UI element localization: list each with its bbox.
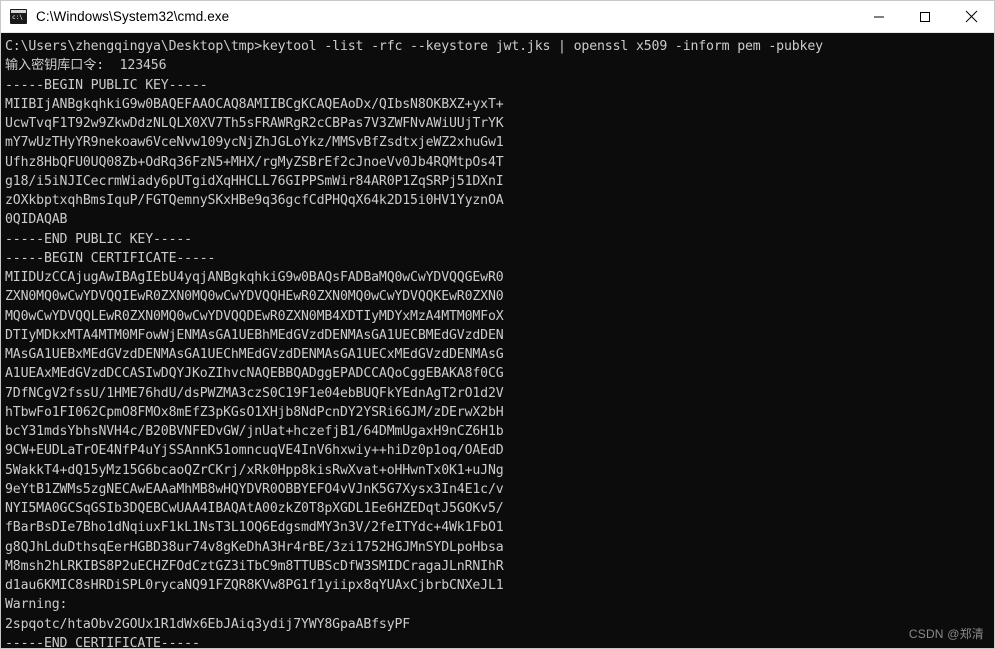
console-line: NYI5MA0GCSqGSIb3DQEBCwUAA4IBAQAtA00zkZ0T… [5,501,504,516]
console-line: 9eYtB1ZWMs5zgNECAwEAAaMhMB8wHQYDVR0OBBYE… [5,481,504,497]
console-line: -----END PUBLIC KEY----- [5,231,192,247]
maximize-button[interactable] [902,1,948,32]
console-line: M8msh2hLRKIBS8P2uECHZFOdCztGZ3iTbC9m8TTU… [5,558,504,574]
console-line: MQ0wCwYDVQQLEwR0ZXN0MQ0wCwYDVQQDEwR0ZXN0… [5,308,504,324]
console-line: MIIDUzCCAjugAwIBAgIEbU4yqjANBgkqhkiG9w0B… [5,270,504,285]
titlebar-left: C:\Windows\System32\cmd.exe [1,9,856,24]
window-title: C:\Windows\System32\cmd.exe [36,9,230,24]
console-line: DTIyMDkxMTA4MTM0MFowWjENMAsGA1UEBhMEdGVz… [5,327,504,343]
console-line: 5WakkT4+dQ15yMz15G6bcaoQZrCKrj/xRk0Hpp8k… [5,462,504,478]
console-line: mY7wUzTHyYR9nekoaw6VceNvw109ycNjZhJGLoYk… [5,135,504,151]
console-line: MIIBIjANBgkqhkiG9w0BAQEFAAOCAQ8AMIIBCgKC… [5,96,504,112]
console-line: Warning: [5,597,68,613]
console-line: ZXN0MQ0wCwYDVQQIEwR0ZXN0MQ0wCwYDVQQHEwR0… [5,289,504,305]
watermark-label: CSDN @郑清 [908,627,984,641]
cmd-window: C:\Windows\System32\cmd.exe C:\Users\zh [0,0,995,649]
console-line: MAsGA1UEBxMEdGVzdDENMAsGA1UEChMEdGVzdDEN… [5,347,504,362]
console-line: UcwTvqF1T92w9ZkwDdzNLQLX0XV7Th5sFRAWRgR2… [5,116,504,131]
console-line: 2spqotc/htaObv2GOUx1R1dWx6EbJAiq3ydij7YW… [5,616,411,632]
console-line: -----END CERTIFICATE----- [5,635,200,648]
maximize-icon [920,11,930,22]
console-line: A1UEAxMEdGVzdDCCASIwDQYJKoZIhvcNAQEBBQAD… [5,366,504,382]
console-line: 9CW+EUDLaTrOE4NfP4uYjSSAnnK51omncuqVE4In… [5,443,504,459]
minimize-icon [874,16,884,17]
console-line: Ufhz8HbQFU0UQ08Zb+OdRq36FzN5+MHX/rgMyZSB… [5,154,504,170]
window-titlebar[interactable]: C:\Windows\System32\cmd.exe [1,1,994,33]
cmd-icon [10,9,27,24]
close-button[interactable] [948,1,994,32]
minimize-button[interactable] [856,1,902,32]
console-line: fBarBsDIe7Bho1dNqiuxF1kL1NsT3L1OQ6Edgsmd… [5,520,504,536]
console-line: hTbwFo1FI062CpmO8FMOx8mEfZ3pKGsO1XHjb8Nd… [5,404,504,420]
console-line: 7DfNCgV2fssU/1HME76hdU/dsPWZMA3czS0C19F1… [5,385,504,401]
console-line: bcY31mdsYbhsNVH4c/B20BVNFEDvGW/jnUat+hcz… [5,424,504,439]
console-line: g18/i5iNJICecrmWiady6pUTgidXqHHCLL76GIPP… [5,173,504,189]
console-line: -----BEGIN PUBLIC KEY----- [5,77,208,93]
close-icon [965,10,977,23]
console-line: zOXkbptxqhBmsIquP/FGTQemnySKxHBe9q36gcfC… [5,193,504,208]
console-output[interactable]: C:\Users\zhengqingya\Desktop\tmp>keytool… [1,33,994,648]
window-controls [856,1,994,32]
console-line: -----BEGIN CERTIFICATE----- [5,250,216,266]
console-line: d1au6KMIC8sHRDiSPL0rycaNQ91FZQR8KVw8PG1f… [5,578,504,593]
console-line: 0QIDAQAB [5,212,68,228]
console-line: g8QJhLduDthsqEerHGBD38ur74v8gKeDhA3Hr4rB… [5,539,504,555]
console-line: C:\Users\zhengqingya\Desktop\tmp>keytool… [5,39,823,54]
console-line: 输入密钥库口令: 123456 [5,58,167,74]
